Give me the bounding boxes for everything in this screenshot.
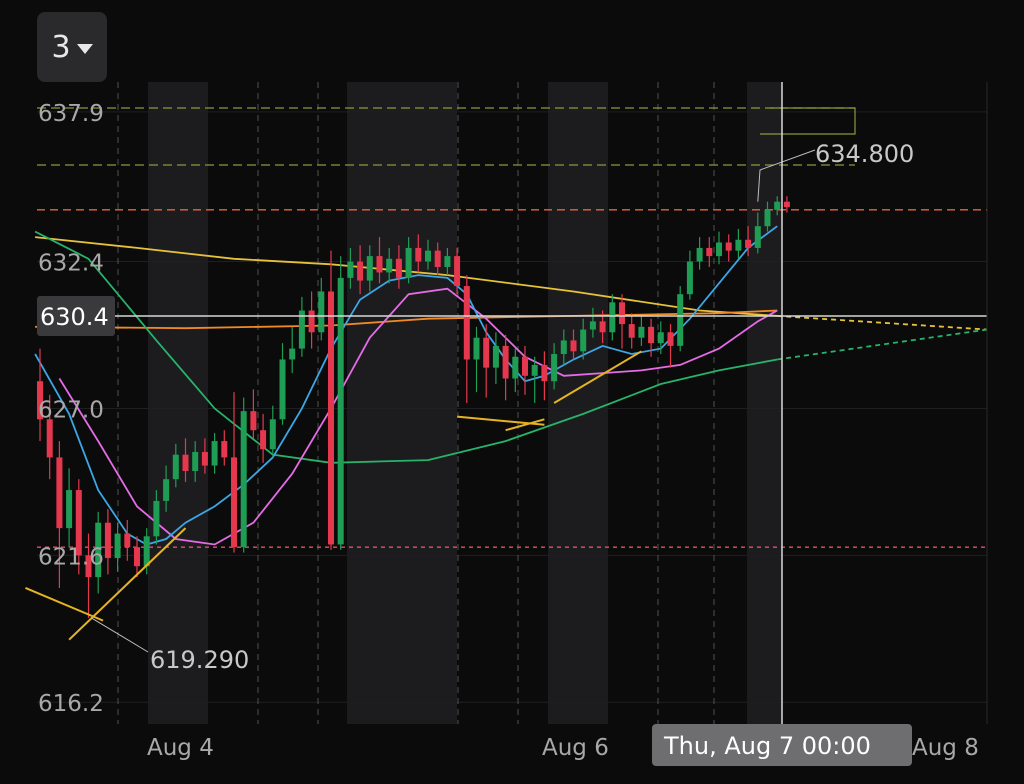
candle-body — [425, 250, 431, 262]
candle-body — [328, 291, 334, 545]
candle-body — [182, 454, 189, 472]
candle-body — [163, 479, 170, 501]
candle-body — [531, 364, 538, 376]
candle-body — [114, 533, 121, 559]
high-annotation: 634.800 — [815, 140, 914, 168]
candle-body — [366, 256, 373, 281]
candle-body — [231, 457, 237, 548]
candle-body — [686, 261, 693, 295]
candle-body — [66, 490, 73, 529]
crosshair-time-label: Thu, Aug 7 00:00 — [663, 732, 871, 760]
candle-body — [696, 247, 703, 262]
candle-body — [240, 411, 247, 548]
candle-body — [269, 419, 276, 450]
candle-body — [483, 337, 490, 368]
candle-body — [628, 324, 635, 338]
candle-body — [667, 332, 674, 346]
candle-body — [551, 354, 558, 382]
candle-body — [172, 454, 179, 480]
candle-body — [522, 356, 528, 376]
candle-body — [638, 326, 645, 338]
candle-body — [706, 247, 713, 257]
session-band — [347, 82, 457, 724]
y-tick-label: 632.4 — [38, 251, 104, 277]
candle-body — [376, 256, 383, 273]
candle-body — [347, 261, 354, 278]
y-tick-label: 637.9 — [38, 101, 104, 127]
ma-slow-yellow-projection — [777, 315, 988, 331]
candle-body — [541, 364, 548, 382]
candle-body — [764, 209, 771, 227]
candle-body — [250, 411, 257, 431]
candle-body — [308, 310, 315, 333]
candle-body — [318, 291, 325, 333]
candle-body — [143, 536, 150, 567]
candle-body — [725, 242, 732, 251]
candle-body — [201, 451, 208, 466]
candle-body — [648, 326, 655, 344]
trendline — [25, 587, 104, 622]
candle-body — [444, 256, 451, 267]
session-band — [548, 82, 608, 724]
candle-body — [221, 441, 228, 458]
candle-body — [337, 277, 344, 545]
candle-body — [260, 430, 267, 450]
candle-body — [580, 329, 587, 352]
y-tick-label: 616.2 — [38, 691, 104, 717]
candle-body — [415, 247, 422, 262]
crosshair-price-label: 630.4 — [40, 303, 109, 331]
candle-body — [502, 345, 509, 379]
y-tick-label: 621.6 — [38, 544, 104, 570]
candle-body — [774, 201, 781, 210]
candle-body — [289, 348, 296, 360]
candle-body — [589, 321, 596, 330]
candle-body — [599, 321, 606, 333]
candle-body — [211, 441, 218, 466]
candle-body — [754, 226, 761, 248]
candle-body — [609, 302, 616, 333]
candle-body — [745, 239, 752, 248]
candle-body — [570, 340, 577, 352]
candle-body — [473, 337, 480, 360]
candle-body — [619, 302, 625, 325]
low-annotation: 619.290 — [150, 646, 249, 674]
x-tick-label: Aug 6 — [542, 735, 609, 761]
candle-body — [357, 261, 364, 281]
candle-body — [735, 239, 742, 251]
chart-canvas[interactable]: 619.290 634.800 637.9 632.4 627.0 621.6 616.2 A… — [0, 0, 1024, 784]
session-band — [148, 82, 208, 724]
ma-green-projection — [777, 328, 988, 361]
candle-body — [405, 247, 412, 278]
x-tick-label: Aug 8 — [912, 735, 979, 761]
candle-body — [560, 340, 567, 355]
candle-body — [395, 258, 402, 278]
candle-body — [657, 332, 664, 344]
candle-body — [716, 242, 722, 257]
y-tick-label: 627.0 — [38, 397, 104, 423]
candle-body — [46, 419, 53, 458]
candle-body — [512, 356, 519, 379]
candle-body — [783, 201, 790, 208]
candle-body — [153, 500, 160, 537]
candle-body — [134, 547, 140, 567]
candle-body — [677, 294, 684, 346]
candle-body — [386, 258, 393, 273]
low-leader-line — [91, 617, 149, 653]
candle-body — [124, 533, 131, 548]
candle-body — [454, 256, 461, 287]
candle-body — [279, 359, 286, 420]
candle-body — [434, 250, 441, 267]
candle-body — [56, 457, 63, 529]
session-band — [747, 82, 782, 724]
x-tick-label: Aug 4 — [147, 735, 214, 761]
candle-body — [492, 345, 499, 368]
candle-body — [104, 522, 111, 559]
candle-body — [192, 451, 199, 472]
candle-body — [463, 286, 470, 360]
